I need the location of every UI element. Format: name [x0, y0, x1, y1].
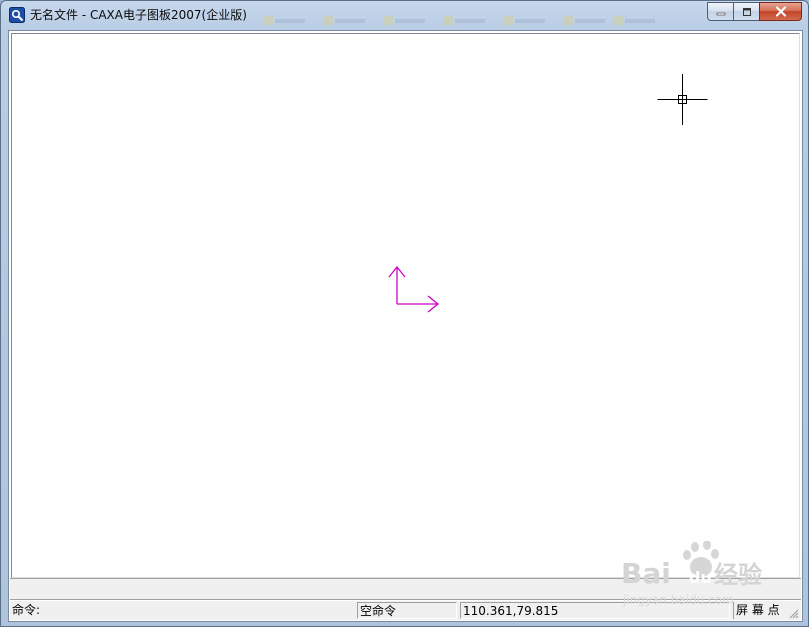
command-state: 空命令	[357, 602, 457, 619]
command-history-bar[interactable]	[10, 578, 801, 600]
crosshair-cursor-icon	[657, 74, 708, 125]
status-bar: 命令: 空命令 110.361,79.815 屏 幕 点	[10, 601, 801, 620]
maximize-button[interactable]	[733, 2, 759, 21]
application-window: 无名文件 - CAXA电子图板2007(企业版) 命令: 空命令 110.361…	[0, 0, 809, 627]
snap-mode[interactable]: 屏 幕 点	[733, 602, 785, 619]
ucs-axis-icon	[388, 265, 440, 313]
command-prompt[interactable]: 命令:	[12, 602, 352, 619]
maximize-icon	[742, 7, 751, 16]
minimize-button[interactable]	[707, 2, 733, 21]
cursor-coordinates: 110.361,79.815	[460, 602, 730, 619]
resize-grip-icon[interactable]	[787, 607, 799, 619]
window-title: 无名文件 - CAXA电子图板2007(企业版)	[30, 8, 247, 22]
minimize-icon	[716, 12, 725, 15]
caxa-app-icon[interactable]	[9, 7, 25, 23]
client-area: 命令: 空命令 110.361,79.815 屏 幕 点	[8, 30, 803, 622]
title-bar[interactable]: 无名文件 - CAXA电子图板2007(企业版)	[1, 1, 808, 29]
ghost-toolbar-strip	[263, 16, 655, 25]
close-icon	[775, 6, 786, 17]
close-button[interactable]	[759, 2, 802, 21]
canvas-graphics	[388, 74, 708, 313]
caption-buttons	[707, 2, 802, 22]
drawing-canvas[interactable]	[11, 33, 800, 578]
